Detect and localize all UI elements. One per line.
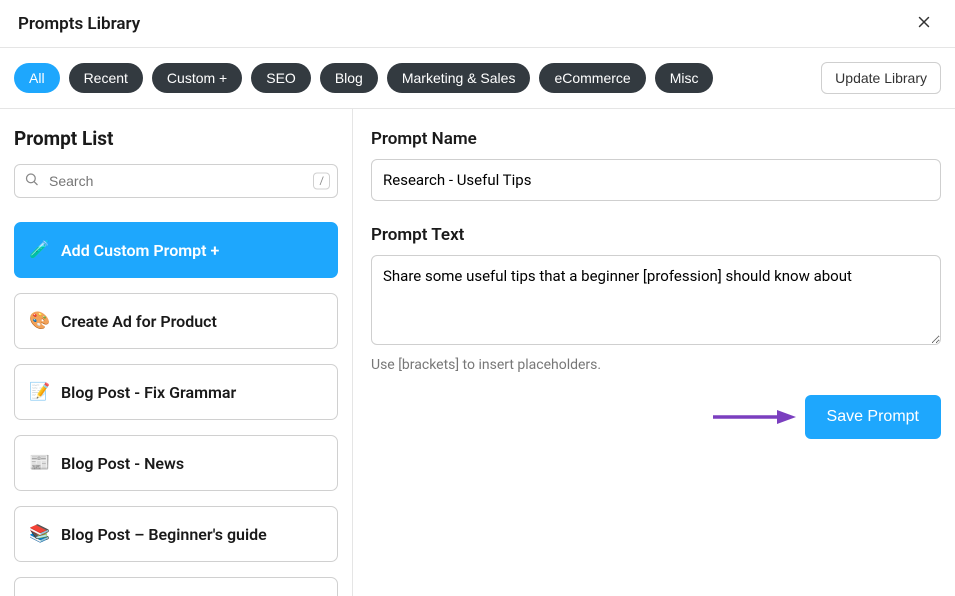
search-icon	[24, 172, 39, 191]
filter-pill-ecommerce[interactable]: eCommerce	[539, 63, 645, 93]
dialog-header: Prompts Library	[0, 0, 955, 48]
books-icon: 📚	[29, 524, 49, 544]
search-container: /	[14, 164, 338, 198]
search-input[interactable]	[14, 164, 338, 198]
placeholder-hint: Use [brackets] to insert placeholders.	[371, 357, 941, 373]
main-content: Prompt List / 🧪 Add Custom Prompt + 🎨 Cr…	[0, 109, 955, 596]
list-item-label: Blog Post - Fix Grammar	[61, 383, 236, 402]
list-item-label: Add Custom Prompt +	[61, 241, 219, 260]
list-item-news[interactable]: 📰 Blog Post - News	[14, 435, 338, 491]
prompt-editor: Prompt Name Prompt Text Use [brackets] t…	[353, 109, 955, 596]
filter-pill-all[interactable]: All	[14, 63, 60, 93]
filter-pill-seo[interactable]: SEO	[251, 63, 311, 93]
update-library-button[interactable]: Update Library	[821, 62, 941, 94]
prompt-name-input[interactable]	[371, 159, 941, 201]
close-icon	[915, 13, 933, 31]
prompt-list-sidebar: Prompt List / 🧪 Add Custom Prompt + 🎨 Cr…	[0, 109, 353, 596]
test-tube-icon: 🧪	[29, 240, 49, 260]
list-item-create-ad[interactable]: 🎨 Create Ad for Product	[14, 293, 338, 349]
list-item-personal-story[interactable]: 💻 Blog Post – Personal story	[14, 577, 338, 596]
list-item-label: Create Ad for Product	[61, 312, 217, 331]
editor-actions: Save Prompt	[371, 395, 941, 439]
filter-pill-blog[interactable]: Blog	[320, 63, 378, 93]
memo-icon: 📝	[29, 382, 49, 402]
filter-bar: All Recent Custom + SEO Blog Marketing &…	[0, 48, 955, 109]
slash-shortcut-badge: /	[313, 173, 330, 190]
newspaper-icon: 📰	[29, 453, 49, 473]
list-item-label: Blog Post - News	[61, 454, 184, 473]
dialog-title: Prompts Library	[18, 14, 140, 34]
list-item-beginners-guide[interactable]: 📚 Blog Post – Beginner's guide	[14, 506, 338, 562]
filter-pills: All Recent Custom + SEO Blog Marketing &…	[14, 63, 713, 93]
filter-pill-misc[interactable]: Misc	[655, 63, 714, 93]
filter-pill-marketing[interactable]: Marketing & Sales	[387, 63, 531, 93]
list-item-add-custom[interactable]: 🧪 Add Custom Prompt +	[14, 222, 338, 278]
list-item-label: Blog Post – Beginner's guide	[61, 525, 267, 544]
list-item-fix-grammar[interactable]: 📝 Blog Post - Fix Grammar	[14, 364, 338, 420]
prompt-text-label: Prompt Text	[371, 225, 941, 245]
arrow-annotation-icon	[711, 408, 796, 426]
filter-pill-recent[interactable]: Recent	[69, 63, 143, 93]
save-prompt-button[interactable]: Save Prompt	[805, 395, 941, 439]
close-button[interactable]	[911, 9, 937, 38]
palette-icon: 🎨	[29, 311, 49, 331]
prompt-name-label: Prompt Name	[371, 129, 941, 149]
filter-pill-custom[interactable]: Custom +	[152, 63, 242, 93]
prompt-list-title: Prompt List	[14, 127, 338, 150]
prompt-text-textarea[interactable]	[371, 255, 941, 345]
